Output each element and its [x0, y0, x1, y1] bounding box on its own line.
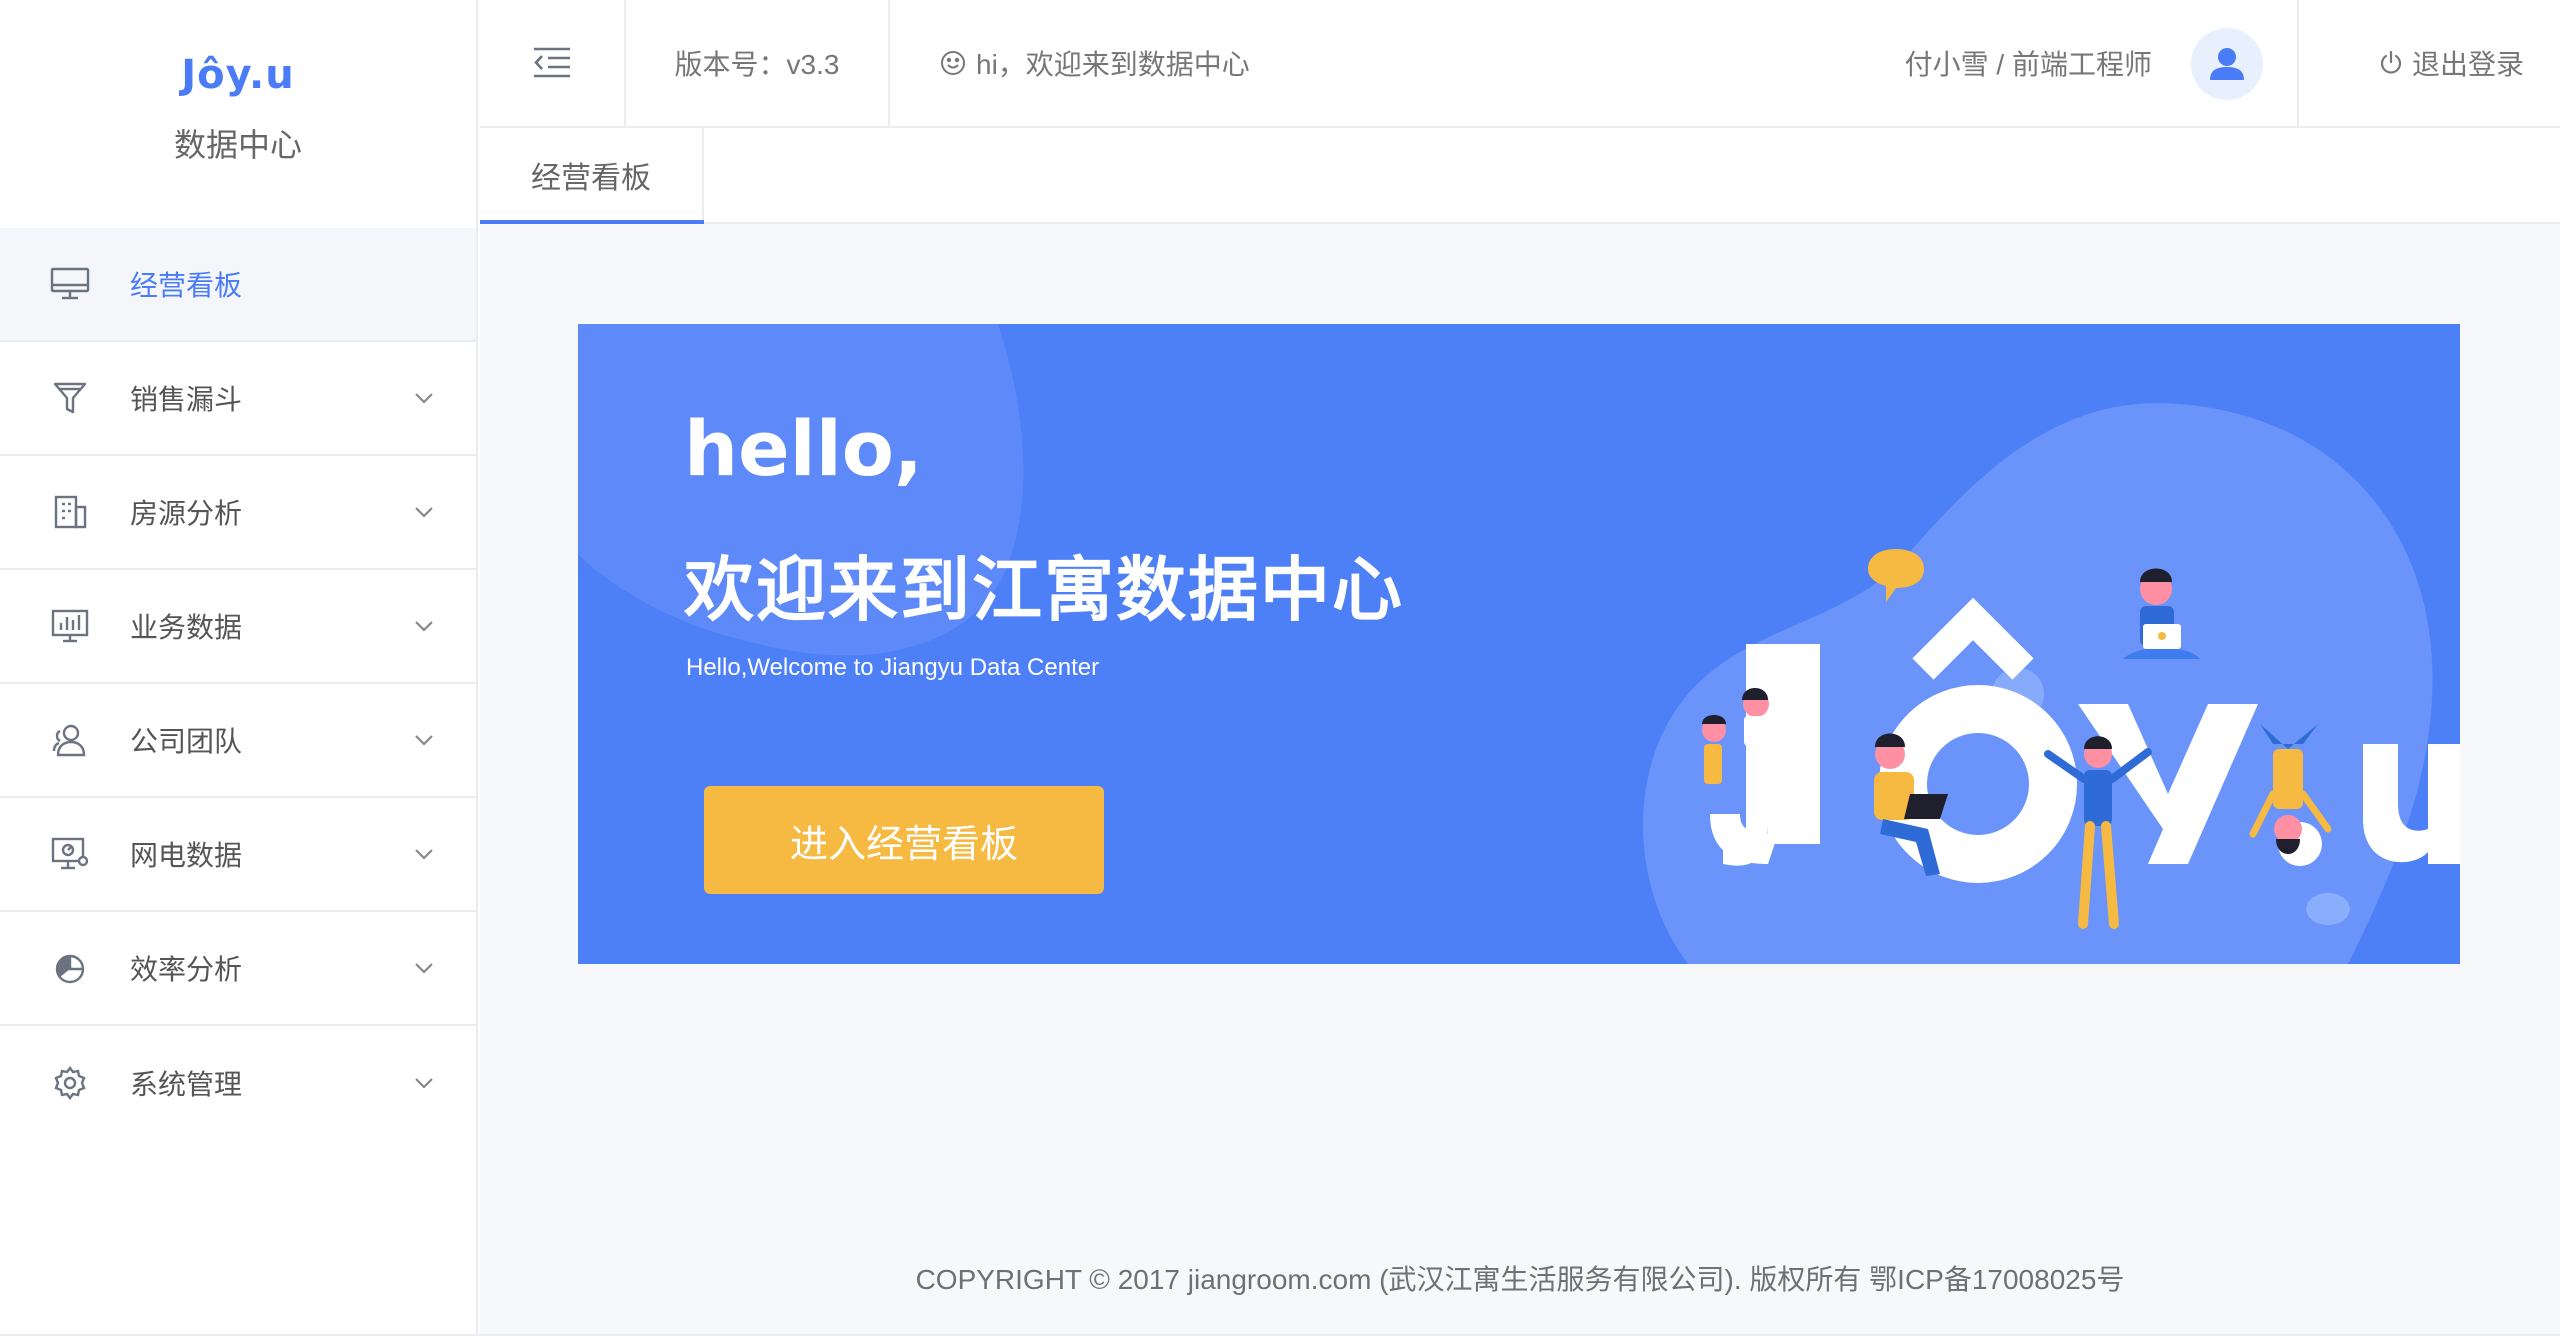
sidebar-item-network-data[interactable]: 网电数据: [0, 798, 476, 912]
sidebar-item-label: 效率分析: [130, 954, 243, 985]
gear-icon: [50, 1063, 90, 1103]
sidebar-item-label: 销售漏斗: [130, 384, 243, 415]
sidebar-item-company-team[interactable]: 公司团队: [0, 684, 476, 798]
tab-bar: 经营看板: [480, 128, 2560, 224]
greeting: hi，欢迎来到数据中心: [940, 0, 1250, 126]
logout-label: 退出登录: [2411, 49, 2524, 80]
joyu-people-illustration: [1702, 549, 2460, 929]
team-icon: [50, 720, 90, 760]
version-label: 版本号：v3.3: [674, 49, 840, 80]
smile-icon: [941, 51, 965, 75]
sidebar-toggle-button[interactable]: [480, 0, 624, 126]
banner-title: 欢迎来到江寓数据中心: [684, 551, 1404, 629]
banner-subtitle: Hello,Welcome to Jiangyu Data Center: [686, 654, 1100, 681]
main-content: hello, 欢迎来到江寓数据中心 Hello,Welcome to Jiang…: [480, 224, 2560, 1336]
chevron-down-icon: [415, 621, 433, 632]
sidebar-item-housing-analysis[interactable]: 房源分析: [0, 456, 476, 570]
tab-business-dashboard[interactable]: 经营看板: [480, 128, 704, 224]
sidebar-item-system-management[interactable]: 系统管理: [0, 1026, 476, 1140]
sidebar: Jôy.u 数据中心 经营看板 销售漏斗 房源分析 业务数据 公司团队 网电数据…: [0, 0, 478, 1336]
chevron-down-icon: [415, 735, 433, 746]
sidebar-item-label: 经营看板: [130, 270, 243, 301]
sidebar-item-label: 房源分析: [130, 498, 243, 529]
chevron-down-icon: [415, 507, 433, 518]
logout-button[interactable]: 退出登录: [2378, 0, 2524, 126]
chevron-down-icon: [415, 963, 433, 974]
building-icon: [50, 492, 90, 532]
header-divider: [888, 0, 890, 126]
sidebar-item-label: 公司团队: [130, 726, 243, 757]
sidebar-item-label: 网电数据: [130, 840, 243, 871]
brand-logo[interactable]: Jôy.u: [181, 52, 294, 98]
enter-dashboard-button[interactable]: 进入经营看板: [704, 786, 1104, 894]
greeting-text: hi，欢迎来到数据中心: [976, 49, 1250, 80]
tab-label: 经营看板: [531, 162, 651, 195]
top-header: 版本号：v3.3 hi，欢迎来到数据中心 付小雪 / 前端工程师 退出登录: [480, 0, 2560, 128]
sidebar-item-business-data[interactable]: 业务数据: [0, 570, 476, 684]
chevron-down-icon: [415, 849, 433, 860]
funnel-icon: [50, 378, 90, 418]
banner-hello: hello,: [684, 404, 923, 493]
welcome-banner: hello, 欢迎来到江寓数据中心 Hello,Welcome to Jiang…: [578, 324, 2460, 964]
sidebar-item-label: 系统管理: [130, 1069, 243, 1100]
header-divider: [2297, 0, 2299, 126]
sidebar-item-sales-funnel[interactable]: 销售漏斗: [0, 342, 476, 456]
chevron-down-icon: [415, 393, 433, 404]
sidebar-item-efficiency-analysis[interactable]: 效率分析: [0, 912, 476, 1026]
monitor-icon: [50, 264, 90, 304]
chevron-down-icon: [415, 1078, 433, 1089]
user-avatar-icon[interactable]: [2191, 28, 2263, 100]
menu-fold-icon: [534, 47, 570, 78]
sidebar-item-business-dashboard[interactable]: 经营看板: [0, 228, 476, 342]
brand-title: 数据中心: [173, 127, 302, 163]
user-info[interactable]: 付小雪 / 前端工程师: [1905, 0, 2152, 126]
power-icon: [2380, 50, 2402, 74]
bar-chart-icon: [50, 606, 90, 646]
sidebar-item-label: 业务数据: [130, 612, 243, 643]
footer-copyright: COPYRIGHT © 2017 jiangroom.com (武汉江寓生活服务…: [915, 1264, 2125, 1295]
pie-chart-icon: [50, 948, 90, 988]
brand: Jôy.u 数据中心: [0, 0, 476, 228]
sidebar-menu: 经营看板 销售漏斗 房源分析 业务数据 公司团队 网电数据 效率分析 系统管理: [0, 228, 476, 1140]
screen-data-icon: [50, 834, 90, 874]
